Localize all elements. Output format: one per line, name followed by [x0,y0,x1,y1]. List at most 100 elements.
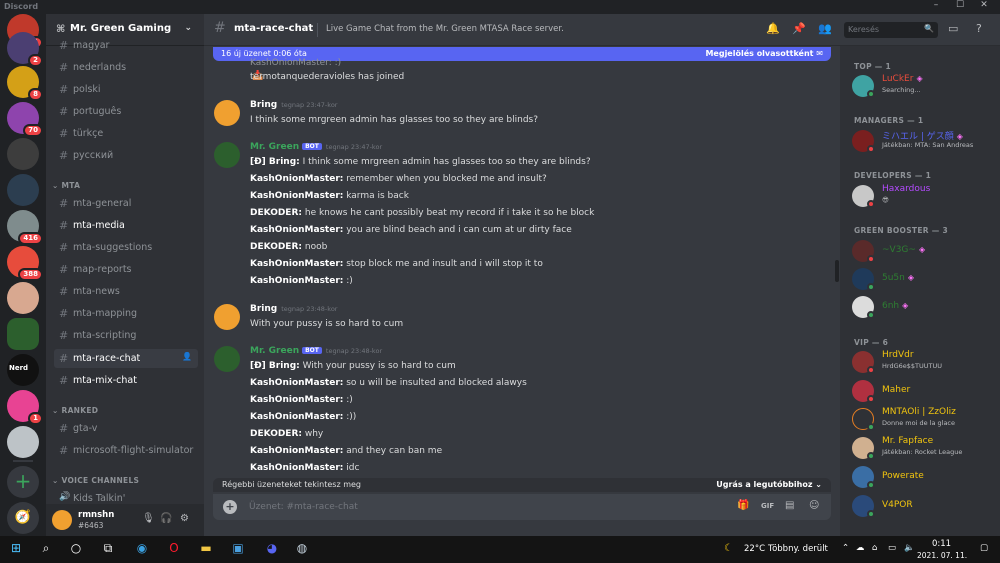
file-explorer-icon[interactable]: ▬ [196,541,216,555]
gif-icon[interactable]: GIF [761,502,774,510]
channel-russkiy[interactable]: # русский [54,146,198,165]
member-item[interactable]: Maher [852,378,997,404]
clock-date[interactable]: 2021. 07. 11. [917,551,967,560]
server-icon[interactable] [7,138,39,170]
server-icon[interactable] [7,282,39,314]
maximize-button[interactable]: ☐ [950,0,970,10]
server-icon[interactable]: 70 [7,102,43,137]
help-icon[interactable]: ? [976,22,982,35]
member-item[interactable]: 6nh ◈ [852,294,997,320]
weather-temperature[interactable]: 22°C [744,544,765,554]
photos-icon[interactable]: ▣ [228,541,248,555]
message-author[interactable]: Bring tegnap 23:48-kor [250,304,337,314]
message-input[interactable]: + Üzenet: #mta-race-chat 🎁 GIF ▤ ☺ [213,494,831,520]
task-view-icon[interactable]: ⧉ [98,541,118,556]
member-item[interactable]: V4POR [852,493,997,519]
server-icon[interactable] [7,174,39,206]
show-hidden-icons[interactable]: ⌃ [842,543,849,553]
channel-microsoft-flight-simulator[interactable]: # microsoft-flight-simulator [54,441,198,460]
steam-icon[interactable]: ◍ [292,541,312,555]
member-item[interactable]: 5u5n ◈ [852,266,997,292]
member-item[interactable]: ミハエル | ゲス顔 ◈ Játékban: MTA: San Andreas [852,128,997,154]
opera-icon[interactable]: O [164,541,184,555]
member-item[interactable]: HrdVdr HrdG6e$$TUUTUU [852,349,997,375]
channel-mta-scripting[interactable]: # mta-scripting [54,326,198,345]
notifications-icon[interactable]: ▢ [980,543,988,553]
weather-description[interactable]: Többny. derült [768,544,828,554]
windows-start-icon[interactable]: ⊞ [6,541,26,555]
server-icon[interactable]: 8 [7,66,43,101]
onedrive-icon[interactable]: ☁ [856,543,865,553]
channel-gta-v[interactable]: # gta-v [54,419,198,438]
scrollbar[interactable] [835,260,839,282]
add-server-button[interactable]: + [7,466,39,498]
edge-browser-icon[interactable]: ◉ [132,541,152,555]
message-author[interactable]: Bring tegnap 23:47-kor [250,100,337,110]
channel-portugues[interactable]: # português [54,102,198,121]
category-voice[interactable]: ⌄ VOICE CHANNELS [52,476,139,485]
channel-turkce[interactable]: # türkçe [54,124,198,143]
server-icon[interactable]: 1 [7,390,43,425]
server-icon[interactable]: 388 [7,246,43,281]
invite-icon[interactable]: 👤 [182,352,192,361]
headphones-icon[interactable]: 🎧 [160,513,172,524]
avatar[interactable] [214,304,240,330]
channel-magyar[interactable]: # magyar [54,36,198,55]
jump-to-latest-button[interactable]: Ugrás a legutóbbihoz ⌄ [716,480,822,489]
category-mta[interactable]: ⌄ MTA [52,181,80,190]
avatar[interactable] [214,346,240,372]
members-icon[interactable]: 👥 [818,22,832,35]
category-ranked[interactable]: ⌄ RANKED [52,406,98,415]
channel-topic[interactable]: Live Game Chat from the Mr. Green MTASA … [326,24,564,34]
channel-mta-general[interactable]: # mta-general [54,194,198,213]
server-icon[interactable]: 2 [7,32,43,67]
member-item[interactable]: ~V3G~ ◈ [852,238,997,264]
microphone-icon[interactable]: 🎙 [142,513,155,524]
discord-taskbar-icon[interactable]: ◕ [262,541,282,555]
member-item[interactable]: Powerate [852,464,997,490]
minimize-button[interactable]: – [926,0,946,10]
channel-polski[interactable]: # polski [54,80,198,99]
channel-mta-news[interactable]: # mta-news [54,282,198,301]
avatar[interactable] [52,510,72,530]
message-author[interactable]: Mr. Green BOT tegnap 23:47-kor [250,142,382,152]
sticker-icon[interactable]: ▤ [785,500,794,511]
server-icon[interactable]: 416 [7,210,43,245]
message-author[interactable]: Mr. Green BOT tegnap 23:48-kor [250,346,382,356]
cortana-icon[interactable]: ○ [66,541,86,555]
member-item[interactable]: Mr. Fapface Játékban: Rocket League [852,435,997,461]
close-button[interactable]: ✕ [974,0,994,10]
server-icon[interactable]: Nerd [7,354,39,386]
mark-read-button[interactable]: Megjelölés olvasottként ✉ [705,49,823,58]
chevron-down-icon[interactable]: ⌄ [184,23,192,33]
gift-icon[interactable]: 🎁 [737,500,749,511]
channel-mta-suggestions[interactable]: # mta-suggestions [54,238,198,257]
network-icon[interactable]: ⌂ [872,543,877,553]
channel-mta-mapping[interactable]: # mta-mapping [54,304,198,323]
volume-icon[interactable]: 🔈 [904,543,915,553]
member-item[interactable]: LuCkEr ◈ Searching... [852,73,997,99]
inbox-icon[interactable]: ▭ [948,22,958,35]
member-name-text: ~V3G~ [882,245,916,255]
explore-servers-icon[interactable]: 🧭 [7,502,39,534]
member-item[interactable]: Haxardous 😎 [852,183,997,209]
add-attachment-button[interactable]: + [223,500,237,514]
avatar[interactable] [214,142,240,168]
search-input[interactable]: Keresés 🔍 [844,22,938,38]
server-icon-mr-green[interactable] [7,318,39,350]
channel-mta-race-chat[interactable]: # mta-race-chat 👤 [54,349,198,368]
channel-mta-mix-chat[interactable]: # mta-mix-chat [54,371,198,390]
pin-icon[interactable]: 📌 [792,22,806,35]
emoji-icon[interactable]: ☺ [809,500,819,511]
channel-map-reports[interactable]: # map-reports [54,260,198,279]
channel-nederlands[interactable]: # nederlands [54,58,198,77]
clock-time[interactable]: 0:11 [932,539,951,549]
battery-icon[interactable]: ▭ [888,543,896,553]
member-item[interactable]: MNTAOli | ZzOliz Donne moi de la glace [852,406,997,432]
channel-mta-media[interactable]: # mta-media [54,216,198,235]
search-icon[interactable]: ⌕ [36,541,56,556]
server-icon[interactable] [7,426,39,458]
gear-icon[interactable]: ⚙ [180,513,189,524]
avatar[interactable] [214,100,240,126]
bell-icon[interactable]: 🔔 [766,22,780,35]
